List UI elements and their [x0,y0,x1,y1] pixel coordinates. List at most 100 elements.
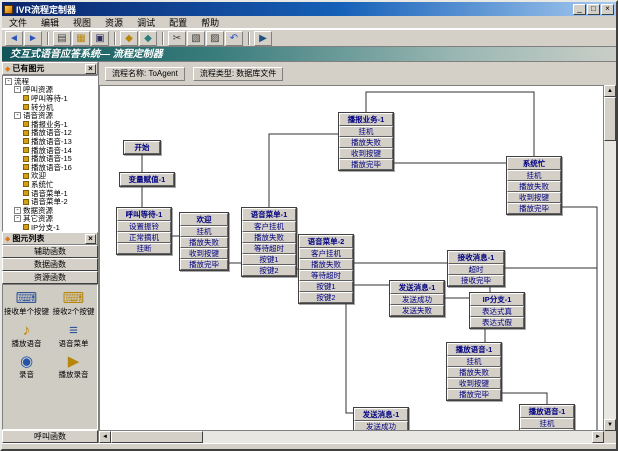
flow-node[interactable]: 播报业务-1挂机播放失败收到按键播放完毕 [338,112,394,171]
flow-node-port[interactable]: 挂机 [180,226,228,237]
flow-node-port[interactable]: 播放失败 [242,232,296,243]
flow-node-port[interactable]: 客户挂机 [242,221,296,232]
flow-node-port[interactable]: 播放完毕 [339,159,393,170]
menu-item[interactable]: 视图 [66,16,98,29]
flow-node-port[interactable]: 表达式真 [470,306,524,317]
tree-item[interactable]: 播放语音-16 [5,163,97,172]
cut-button[interactable]: ✂ [168,31,186,46]
tree-expander-icon[interactable]: - [14,86,21,93]
palette-item[interactable]: ▶播放录音 [50,353,97,380]
flow-node-port[interactable]: 按键2 [242,265,296,276]
flow-node[interactable]: 播放语音-1挂机播放失败 [519,404,575,431]
palette-item[interactable]: ♪播放语音 [3,322,50,349]
flow-node[interactable]: 呼叫等待-1设置振铃正常摘机挂断 [116,207,172,255]
forward-button[interactable]: ► [24,31,42,46]
horizontal-scrollbar[interactable]: ◄ ► [99,431,604,443]
flow-node-port[interactable]: 发送成功 [354,421,408,431]
flow-node-port[interactable]: 正常摘机 [117,232,171,243]
flow-node-port[interactable]: 按键1 [242,254,296,265]
flow-node[interactable]: 变量赋值-1 [119,172,175,187]
horizontal-scroll-thumb[interactable] [111,431,203,443]
flow-node[interactable]: 播放语音-1挂机播放失败收到按键播放完毕 [446,342,502,401]
scroll-left-button[interactable]: ◄ [99,431,111,443]
flow-canvas[interactable]: 开始变量赋值-1 呼叫等待-1设置振铃正常摘机挂断欢迎挂机播放失败收到按键播放完毕… [99,85,604,431]
vertical-scroll-thumb[interactable] [604,97,616,141]
scroll-right-button[interactable]: ► [592,431,604,443]
flow-node-port[interactable]: 挂机 [447,356,501,367]
palette-item[interactable]: ⌨接收单个按键 [3,290,50,317]
flow-node-port[interactable]: 播放完毕 [447,389,501,400]
flow-node[interactable]: 欢迎挂机播放失败收到按键播放完毕 [179,212,229,271]
flow-node-port[interactable]: 挂机 [339,126,393,137]
new-button[interactable]: ▤ [53,31,71,46]
flow-node-port[interactable]: 超时 [448,264,504,275]
flow-node-port[interactable]: 表达式假 [470,317,524,328]
palette-item[interactable]: ≡语音菜单 [50,322,97,349]
flow-node[interactable]: IP分支-1表达式真表达式假 [469,292,525,329]
flow-node-port[interactable]: 播放完毕 [180,259,228,270]
palette-group-button[interactable]: 数据函数 [2,258,98,271]
palette-item[interactable]: ⌨接收2个按键 [50,290,97,317]
flow-node[interactable]: 发送消息-1发送成功发送失败 [353,407,409,431]
flow-node-port[interactable]: 收到按键 [180,248,228,259]
palette-group-call-functions[interactable]: 呼叫函数 [2,430,98,443]
settings-button[interactable]: ◆ [139,31,157,46]
save-button[interactable]: ▣ [91,31,109,46]
palette-group-button[interactable]: 辅助函数 [2,245,98,258]
menu-item[interactable]: 调试 [130,16,162,29]
flow-node-port[interactable]: 等待超时 [299,270,353,281]
close-button[interactable]: × [601,4,614,15]
palette-item[interactable]: ◉录音 [3,353,50,380]
run-button[interactable]: ▶ [254,31,272,46]
flow-node-port[interactable]: 收到按键 [339,148,393,159]
flow-node[interactable]: 开始 [123,140,161,155]
tree-expander-icon[interactable]: - [14,112,21,119]
flow-node-port[interactable]: 接收完毕 [448,275,504,286]
flow-node[interactable]: 语音菜单-1客户挂机播放失败等待超时按键1按键2 [241,207,297,277]
flow-node-port[interactable]: 播放失败 [180,237,228,248]
flow-node-port[interactable]: 挂断 [117,243,171,254]
scroll-down-button[interactable]: ▼ [604,419,616,431]
flow-node-port[interactable]: 发送失败 [390,305,444,316]
menu-item[interactable]: 帮助 [194,16,226,29]
flow-node-port[interactable]: 播放失败 [507,181,561,192]
flow-node-port[interactable]: 播放失败 [447,367,501,378]
tree-expander-icon[interactable]: - [5,78,12,85]
flow-node-port[interactable]: 客户挂机 [299,248,353,259]
menu-item[interactable]: 配置 [162,16,194,29]
panel-close-button[interactable]: × [85,234,96,244]
tree-item[interactable]: IP分支-1 [5,223,97,232]
flow-node-port[interactable]: 收到按键 [507,192,561,203]
scroll-up-button[interactable]: ▲ [604,85,616,97]
open-button[interactable]: ▦ [72,31,90,46]
undo-button[interactable]: ↶ [225,31,243,46]
flow-node-port[interactable]: 播放失败 [339,137,393,148]
flow-node-port[interactable]: 播放完毕 [507,203,561,214]
flow-node-port[interactable]: 收到按键 [447,378,501,389]
vertical-scrollbar[interactable]: ▲ ▼ [604,85,616,431]
flow-node[interactable]: 接收消息-1超时接收完毕 [447,250,505,287]
tree-expander-icon[interactable]: - [14,215,21,222]
flow-node[interactable]: 语音菜单-2客户挂机播放失败等待超时按键1按键2 [298,234,354,304]
minimize-button[interactable]: _ [573,4,586,15]
maximize-button[interactable]: □ [587,4,600,15]
flow-type-field[interactable]: 流程类型: 数据库文件 [193,67,283,81]
flow-node-port[interactable]: 挂机 [507,170,561,181]
flow-node-port[interactable]: 播放失败 [299,259,353,270]
tree-expander-icon[interactable]: - [14,207,21,214]
flow-node-port[interactable]: 等待超时 [242,243,296,254]
menu-item[interactable]: 资源 [98,16,130,29]
flow-node[interactable]: 发送消息-1发送成功发送失败 [389,280,445,317]
menu-item[interactable]: 文件 [2,16,34,29]
flow-node-port[interactable]: 挂机 [520,418,574,429]
palette-group-button[interactable]: 资源函数 [2,271,98,284]
flow-name-field[interactable]: 流程名称: ToAgent [105,67,185,81]
flow-node-port[interactable]: 发送成功 [390,294,444,305]
flow-node-port[interactable]: 按键1 [299,281,353,292]
flow-node[interactable]: 系统忙挂机播放失败收到按键播放完毕 [506,156,562,215]
menu-item[interactable]: 编辑 [34,16,66,29]
panel-close-button[interactable]: × [85,64,96,74]
compile-button[interactable]: ◆ [120,31,138,46]
flow-node-port[interactable]: 设置振铃 [117,221,171,232]
paste-button[interactable]: ▨ [206,31,224,46]
